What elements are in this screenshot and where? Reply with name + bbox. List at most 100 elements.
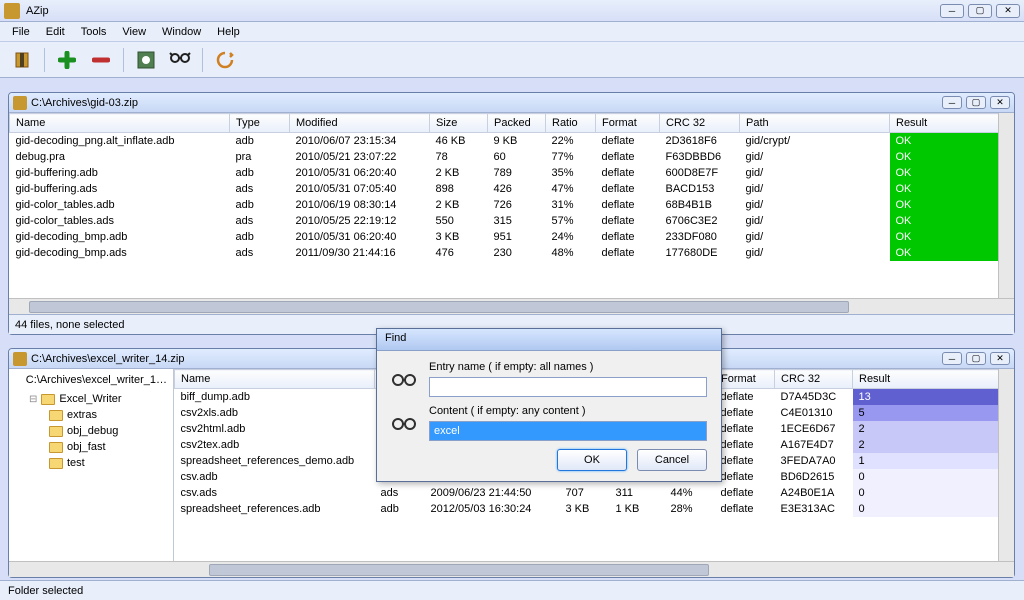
test-icon[interactable] [130, 46, 162, 74]
refresh-icon[interactable] [209, 46, 241, 74]
vertical-scrollbar[interactable] [998, 369, 1014, 561]
child-close-button[interactable]: ✕ [990, 96, 1010, 109]
content-label: Content ( if empty: any content ) [429, 405, 707, 417]
table-row[interactable]: gid-buffering.adsads2010/05/31 07:05:408… [10, 181, 1014, 197]
child-maximize-button[interactable]: ▢ [966, 352, 986, 365]
child-minimize-button[interactable]: ─ [942, 96, 962, 109]
result-cell: OK [890, 133, 1014, 150]
horizontal-scrollbar[interactable] [9, 298, 1014, 314]
column-header[interactable]: Ratio [546, 114, 596, 133]
table-row[interactable]: spreadsheet_references.adbadb2012/05/03 … [175, 501, 1014, 517]
find-dialog: Find Entry name ( if empty: all names ) … [376, 328, 722, 482]
remove-icon[interactable] [85, 46, 117, 74]
entry-name-input[interactable] [429, 377, 707, 397]
menubar: FileEditToolsViewWindowHelp [0, 22, 1024, 42]
maximize-button[interactable]: ▢ [968, 4, 992, 18]
folder-icon [49, 410, 63, 421]
child-maximize-button[interactable]: ▢ [966, 96, 986, 109]
child-minimize-button[interactable]: ─ [942, 352, 962, 365]
result-cell: OK [890, 245, 1014, 261]
child-title: C:\Archives\gid-03.zip [31, 97, 942, 109]
column-header[interactable]: Result [853, 370, 1014, 389]
table-row[interactable]: csv.adsads2009/06/23 21:44:5070731144%de… [175, 485, 1014, 501]
add-icon[interactable] [51, 46, 83, 74]
horizontal-scrollbar[interactable] [9, 561, 1014, 577]
table-row[interactable]: gid-color_tables.adbadb2010/06/19 08:30:… [10, 197, 1014, 213]
tree-folder[interactable]: extras [9, 407, 173, 423]
result-cell: 0 [853, 485, 1014, 501]
column-header[interactable]: Modified [290, 114, 430, 133]
column-header[interactable]: Name [10, 114, 230, 133]
main-titlebar: AZip ─ ▢ ✕ [0, 0, 1024, 22]
result-cell: 13 [853, 389, 1014, 406]
folder-icon [41, 394, 55, 405]
toolbar-separator [123, 48, 124, 72]
result-cell: 1 [853, 453, 1014, 469]
folder-icon [49, 426, 63, 437]
tree-folder[interactable]: obj_fast [9, 439, 173, 455]
result-cell: OK [890, 213, 1014, 229]
tree-root[interactable]: C:\Archives\excel_writer_1… [9, 369, 173, 391]
menu-file[interactable]: File [4, 24, 38, 40]
close-button[interactable]: ✕ [996, 4, 1020, 18]
cancel-button[interactable]: Cancel [637, 449, 707, 471]
column-header[interactable]: Format [715, 370, 775, 389]
menu-help[interactable]: Help [209, 24, 248, 40]
result-cell: OK [890, 149, 1014, 165]
table-row[interactable]: gid-decoding_bmp.adsads2011/09/30 21:44:… [10, 245, 1014, 261]
menu-edit[interactable]: Edit [38, 24, 73, 40]
app-icon [4, 3, 20, 19]
column-header[interactable]: Format [596, 114, 660, 133]
status-text: Folder selected [8, 585, 83, 597]
folder-icon [49, 458, 63, 469]
child-close-button[interactable]: ✕ [990, 352, 1010, 365]
binoculars-icon [391, 369, 419, 389]
table-row[interactable]: gid-decoding_bmp.adbadb2010/05/31 06:20:… [10, 229, 1014, 245]
menu-view[interactable]: View [114, 24, 154, 40]
file-table[interactable]: NameTypeModifiedSizePackedRatioFormatCRC… [9, 113, 1014, 261]
tree-folder[interactable]: test [9, 455, 173, 471]
result-cell: OK [890, 197, 1014, 213]
dialog-title: Find [377, 329, 721, 351]
result-cell: 0 [853, 469, 1014, 485]
status-text: 44 files, none selected [15, 319, 124, 331]
archive-icon [13, 352, 27, 366]
table-row[interactable]: debug.prapra2010/05/21 23:07:22786077%de… [10, 149, 1014, 165]
find-icon[interactable] [164, 46, 196, 74]
result-cell: OK [890, 181, 1014, 197]
archive-window-1: C:\Archives\gid-03.zip ─ ▢ ✕ NameTypeMod… [8, 92, 1015, 335]
tree-folder[interactable]: ⊟Excel_Writer [9, 391, 173, 407]
entry-name-label: Entry name ( if empty: all names ) [429, 361, 707, 373]
child-titlebar: C:\Archives\gid-03.zip ─ ▢ ✕ [9, 93, 1014, 113]
result-cell: 5 [853, 405, 1014, 421]
result-cell: OK [890, 165, 1014, 181]
tree-folder[interactable]: obj_debug [9, 423, 173, 439]
result-cell: 2 [853, 421, 1014, 437]
vertical-scrollbar[interactable] [998, 113, 1014, 298]
column-header[interactable]: CRC 32 [660, 114, 740, 133]
minimize-button[interactable]: ─ [940, 4, 964, 18]
result-cell: OK [890, 229, 1014, 245]
table-row[interactable]: gid-decoding_png.alt_inflate.adbadb2010/… [10, 133, 1014, 150]
column-header[interactable]: Packed [488, 114, 546, 133]
ok-button[interactable]: OK [557, 449, 627, 471]
column-header[interactable]: Size [430, 114, 488, 133]
table-row[interactable]: gid-buffering.adbadb2010/05/31 06:20:402… [10, 165, 1014, 181]
result-cell: 0 [853, 501, 1014, 517]
menu-window[interactable]: Window [154, 24, 209, 40]
binoculars-icon [391, 413, 419, 433]
folder-tree[interactable]: C:\Archives\excel_writer_1… ⊟Excel_Write… [9, 369, 174, 561]
column-header[interactable]: Type [230, 114, 290, 133]
table-row[interactable]: gid-color_tables.adsads2010/05/25 22:19:… [10, 213, 1014, 229]
archive-icon [15, 373, 22, 387]
result-cell: 2 [853, 437, 1014, 453]
content-input[interactable] [429, 421, 707, 441]
menu-tools[interactable]: Tools [73, 24, 115, 40]
column-header[interactable]: Result [890, 114, 1014, 133]
toolbar [0, 42, 1024, 78]
column-header[interactable]: Name [175, 370, 375, 389]
column-header[interactable]: CRC 32 [775, 370, 853, 389]
archive-icon[interactable] [6, 46, 38, 74]
column-header[interactable]: Path [740, 114, 890, 133]
folder-icon [49, 442, 63, 453]
